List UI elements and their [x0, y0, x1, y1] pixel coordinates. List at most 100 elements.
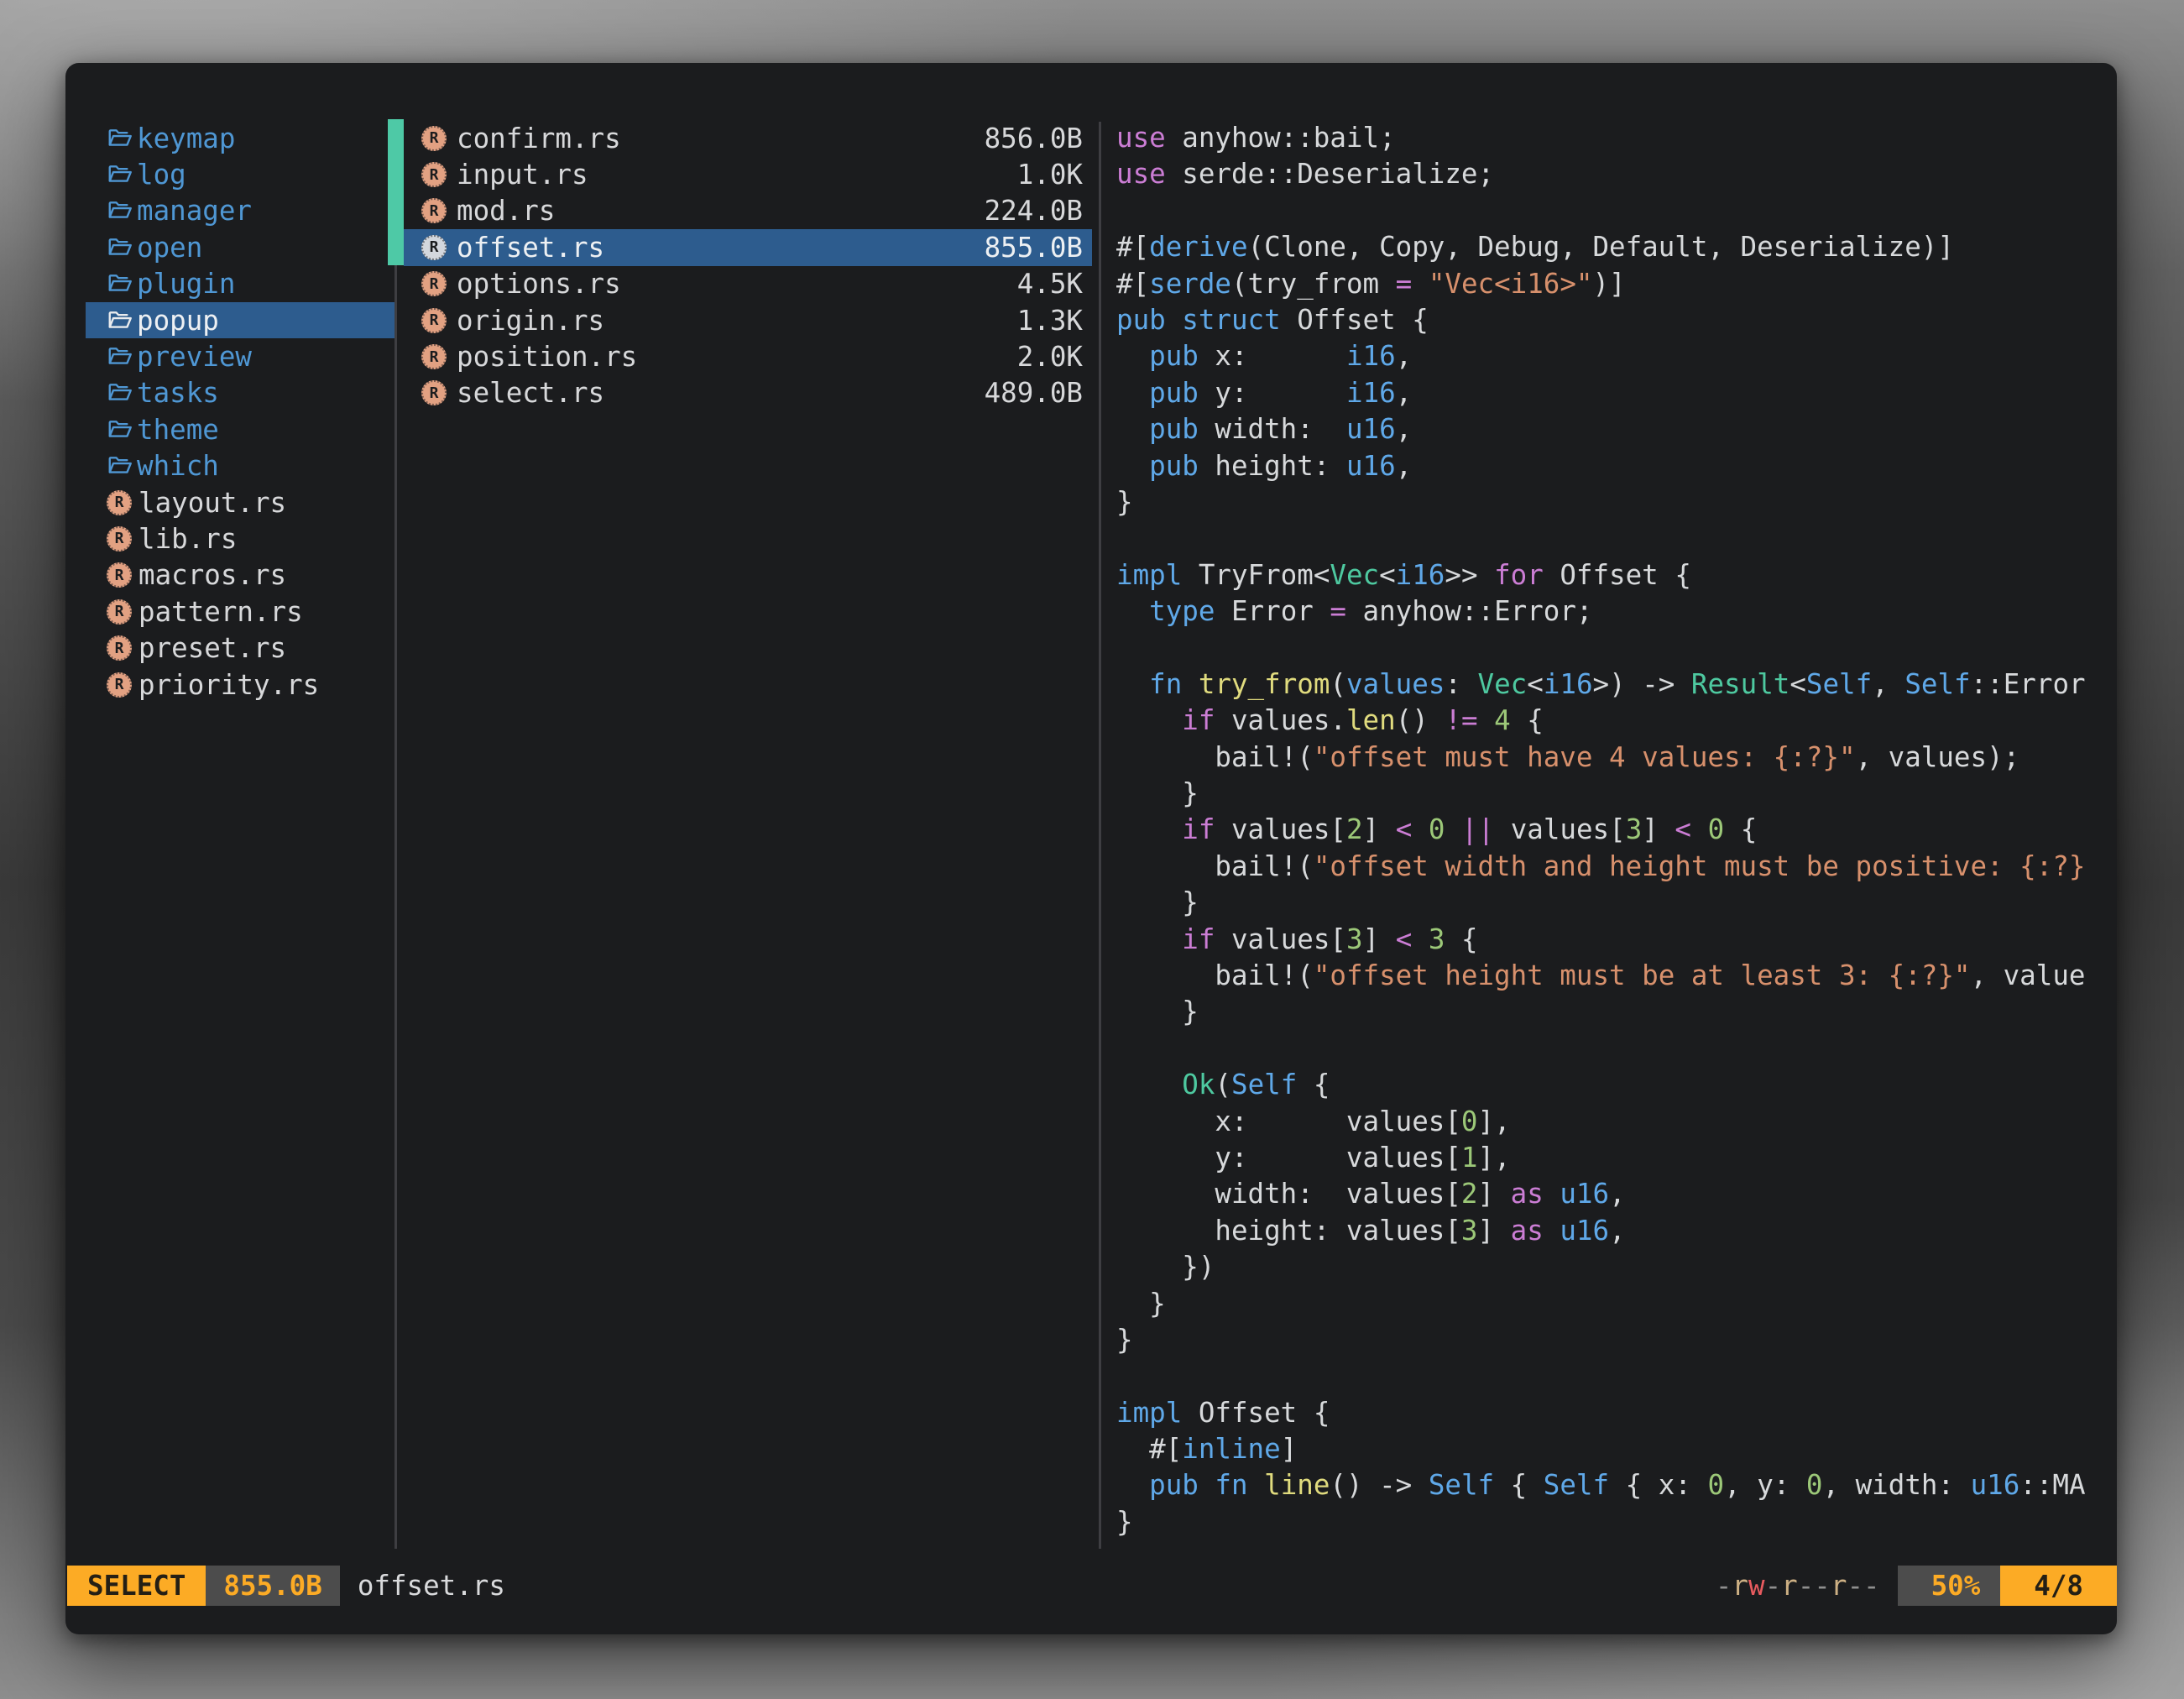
file-name: input.rs [457, 159, 588, 191]
file-row-offset-rs-selected[interactable]: offset.rs855.0B [404, 229, 1092, 265]
rust-file-icon [421, 126, 447, 151]
folder-open-icon [105, 417, 133, 442]
sidebar-item-lib-rs[interactable]: lib.rs [86, 520, 394, 557]
rust-file-icon [421, 198, 447, 223]
file-name: position.rs [457, 341, 637, 373]
code-line: pub fn line() -> Self { Self { x: 0, y: … [1116, 1467, 2113, 1503]
code-line [1116, 520, 2113, 557]
folder-open-icon [105, 271, 133, 296]
scroll-percent-chip: 50% [1898, 1566, 2001, 1606]
code-line: } [1116, 1504, 2113, 1540]
rust-file-icon [107, 635, 132, 661]
file-row-input-rs[interactable]: input.rs 1.0K [404, 156, 1092, 192]
file-size: 855.0B [985, 232, 1083, 264]
file-size: 1.0K [1017, 159, 1083, 191]
code-line: height: values[3] as u16, [1116, 1213, 2113, 1249]
code-line [1116, 1031, 2113, 1067]
folder-open-icon [105, 198, 133, 223]
sidebar-item-label: log [137, 159, 186, 191]
sidebar-item-pattern-rs[interactable]: pattern.rs [86, 593, 394, 630]
code-line: pub height: u16, [1116, 448, 2113, 484]
rust-file-icon [421, 308, 447, 333]
rust-file-icon [421, 271, 447, 296]
file-size: 224.0B [985, 195, 1083, 227]
code-line [1116, 630, 2113, 666]
code-line: use anyhow::bail; [1116, 120, 2113, 156]
code-line: #[derive(Clone, Copy, Debug, Default, De… [1116, 229, 2113, 265]
code-line: #[serde(try_from = "Vec<i16>")] [1116, 266, 2113, 302]
sidebar-item-plugin[interactable]: plugin [86, 266, 394, 302]
folder-open-icon [105, 308, 133, 333]
sidebar-item-label: layout.rs [138, 487, 286, 519]
code-line: if values[3] < 3 { [1116, 922, 2113, 958]
file-size: 489.0B [985, 377, 1083, 409]
sidebar-item-label: tasks [137, 377, 219, 409]
code-line: type Error = anyhow::Error; [1116, 593, 2113, 630]
code-line: bail!("offset height must be at least 3:… [1116, 958, 2113, 994]
sidebar-item-label: pattern.rs [138, 596, 303, 628]
file-name: mod.rs [457, 195, 555, 227]
file-row-select-rs[interactable]: select.rs489.0B [404, 375, 1092, 411]
rust-file-icon [107, 490, 132, 515]
file-row-mod-rs[interactable]: mod.rs 224.0B [404, 193, 1092, 229]
sidebar-item-open[interactable]: open [86, 229, 394, 265]
preview-panel[interactable]: use anyhow::bail;use serde::Deserialize;… [1116, 120, 2113, 1560]
code-line: Ok(Self { [1116, 1067, 2113, 1103]
sidebar-item-theme[interactable]: theme [86, 411, 394, 447]
folder-open-icon [105, 380, 133, 405]
file-size: 856.0B [985, 123, 1083, 154]
sidebar-item-preview[interactable]: preview [86, 338, 394, 374]
code-line: } [1116, 994, 2113, 1030]
rust-file-icon [107, 672, 132, 698]
file-row-options-rs[interactable]: options.rs 4.5K [404, 266, 1092, 302]
file-name: options.rs [457, 268, 621, 300]
sidebar-item-label: which [137, 450, 219, 482]
sidebar-item-label: plugin [137, 268, 235, 300]
code-line: fn try_from(values: Vec<i16>) -> Result<… [1116, 667, 2113, 703]
rust-file-icon [107, 599, 132, 625]
file-row-position-rs[interactable]: position.rs2.0K [404, 338, 1092, 374]
rust-file-icon [421, 162, 447, 187]
code-line: pub width: u16, [1116, 411, 2113, 447]
code-line: } [1116, 776, 2113, 812]
code-line: use serde::Deserialize; [1116, 156, 2113, 192]
sidebar-item-preset-rs[interactable]: preset.rs [86, 630, 394, 666]
code-line: } [1116, 1286, 2113, 1322]
sidebar-item-label: priority.rs [138, 669, 319, 701]
code-line: } [1116, 885, 2113, 921]
file-row-origin-rs[interactable]: origin.rs1.3K [404, 302, 1092, 338]
status-spacer [505, 1566, 1716, 1606]
code-line: bail!("offset width and height must be p… [1116, 849, 2113, 885]
cursor-position-chip: 4/8 [2000, 1566, 2117, 1606]
sidebar-item-keymap[interactable]: keymap [86, 120, 394, 156]
code-line: } [1116, 1322, 2113, 1358]
sidebar-item-which[interactable]: which [86, 448, 394, 484]
sidebar-item-tasks[interactable]: tasks [86, 375, 394, 411]
sidebar-item-popup-selected[interactable]: popup [86, 302, 394, 338]
code-line: }) [1116, 1249, 2113, 1285]
yazi-window: keymap log manager open plugin popup pre… [65, 63, 2117, 1634]
file-size: 4.5K [1017, 268, 1083, 300]
marked-files-bar [388, 119, 404, 265]
permissions-text: -rw-r--r-- [1716, 1566, 1880, 1606]
sidebar-item-label: open [137, 232, 202, 264]
sidebar-item-manager[interactable]: manager [86, 193, 394, 229]
code-line: if values[2] < 0 || values[3] < 0 { [1116, 812, 2113, 848]
sidebar-item-label: lib.rs [138, 523, 237, 555]
code-line: if values.len() != 4 { [1116, 703, 2113, 739]
sidebar-item-label: popup [137, 305, 219, 337]
sidebar-item-log[interactable]: log [86, 156, 394, 192]
code-line: y: values[1], [1116, 1140, 2113, 1176]
code-line: pub y: i16, [1116, 375, 2113, 411]
rust-file-icon [107, 526, 132, 552]
sidebar-item-macros-rs[interactable]: macros.rs [86, 557, 394, 593]
sidebar-item-label: manager [137, 195, 252, 227]
rust-file-icon [421, 344, 447, 369]
file-row-confirm-rs[interactable]: confirm.rs856.0B [404, 120, 1092, 156]
folder-open-icon [105, 344, 133, 369]
sidebar-item-layout-rs[interactable]: layout.rs [86, 484, 394, 520]
sidebar-item-priority-rs[interactable]: priority.rs [86, 667, 394, 703]
code-line: #[inline] [1116, 1431, 2113, 1467]
rust-file-icon [421, 380, 447, 405]
code-line: width: values[2] as u16, [1116, 1176, 2113, 1212]
